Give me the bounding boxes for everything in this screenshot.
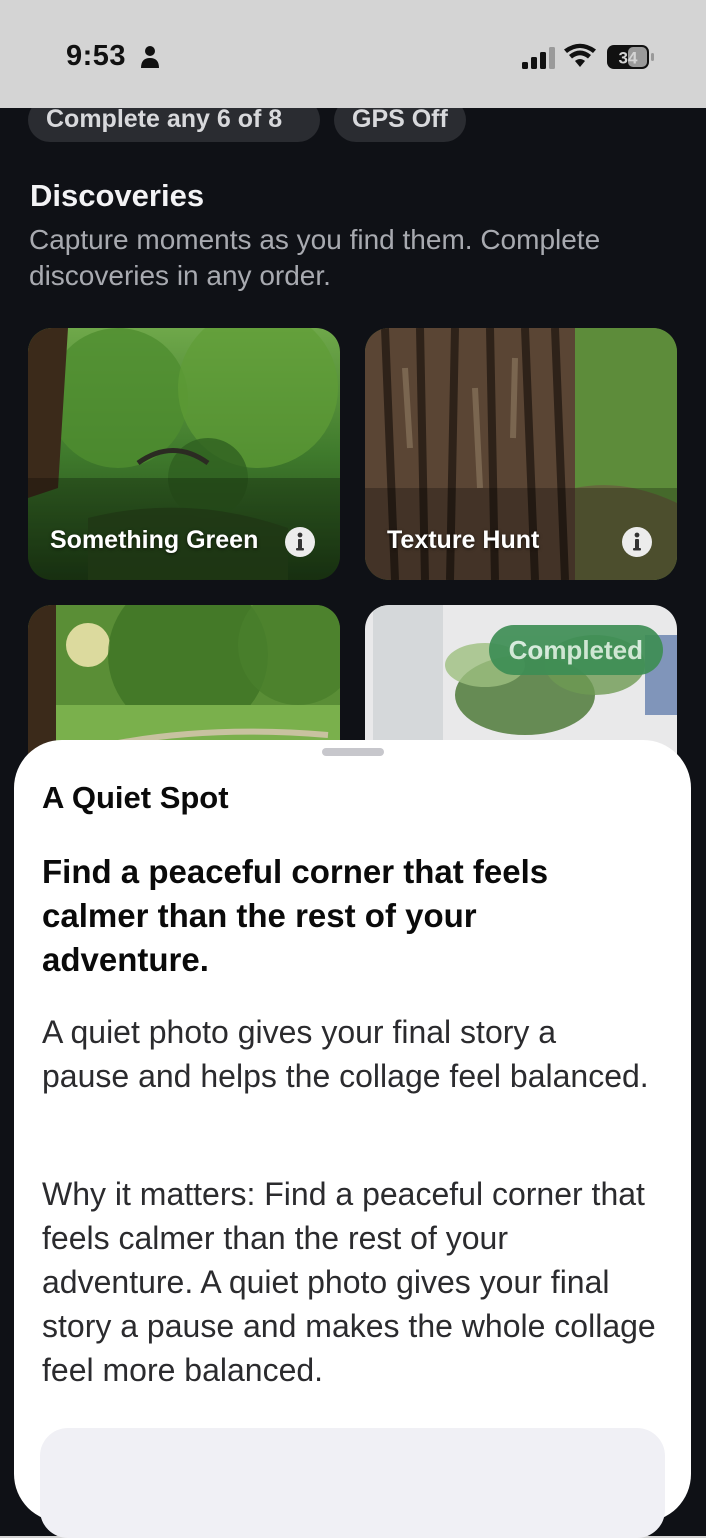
sheet-body: A quiet photo gives your final story a p… [42,1014,649,1094]
discovery-card-texture-hunt[interactable]: Texture Hunt [365,328,677,580]
sheet-why-it-matters: Why it matters: Find a peaceful corner t… [42,1176,656,1388]
person-icon [141,46,159,68]
card-label: Something Green [50,526,259,554]
status-time: 9:53 [66,40,127,72]
completed-badge: Completed [488,625,663,675]
status-bar: 9:53 34 [0,0,706,108]
info-icon[interactable] [621,526,653,558]
sheet-title: A Quiet Spot [42,780,229,815]
detail-sheet[interactable]: A Quiet Spot Find a peaceful corner that… [14,740,691,1538]
section-title: Discoveries [30,178,205,213]
sheet-headline: Find a peaceful corner that feels calmer… [42,853,549,978]
rule-chip[interactable]: Complete any 6 of 8 [28,108,320,142]
sheet-grabber[interactable] [322,748,384,756]
info-icon[interactable] [284,526,316,558]
discovery-card-something-green[interactable]: Something Green [28,328,340,580]
battery-level: 34 [619,49,638,68]
section-subtitle: Capture moments as you find them. Comple… [29,224,601,291]
signal-icon [522,47,555,69]
card-label: Texture Hunt [387,526,540,554]
gps-chip[interactable]: GPS Off [334,108,466,142]
sheet-action-area[interactable] [40,1428,665,1538]
battery-icon: 34 [606,44,656,70]
wifi-icon [564,43,596,67]
